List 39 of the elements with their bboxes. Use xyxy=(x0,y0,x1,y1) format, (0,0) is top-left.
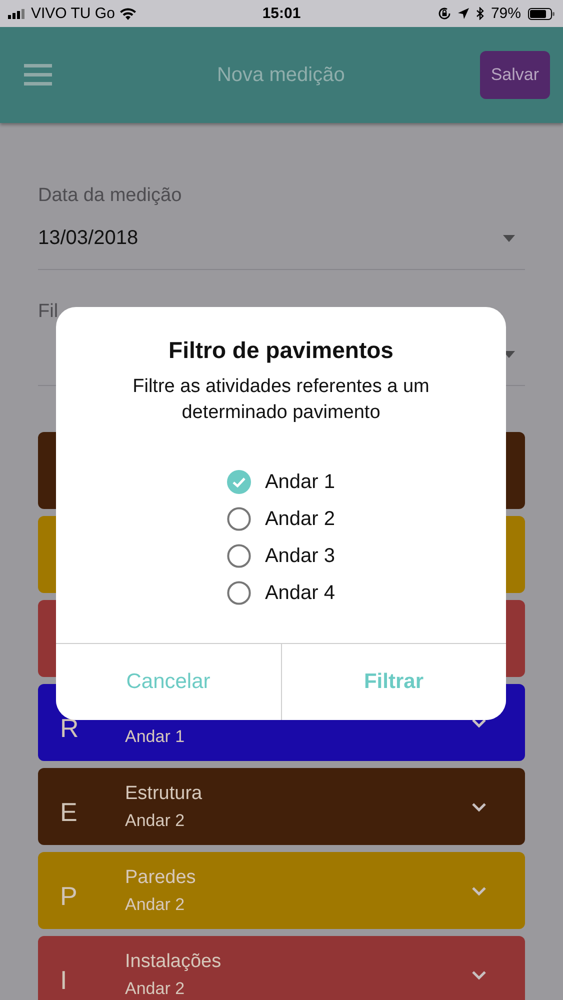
field-label: Data da medição xyxy=(38,185,183,207)
location-icon xyxy=(458,8,469,19)
card-subtitle: Andar 1 xyxy=(125,726,186,746)
chevron-down-icon xyxy=(471,970,487,980)
radio-option[interactable]: Andar 2 xyxy=(226,507,336,531)
card-title: Estrutura xyxy=(125,782,204,804)
card-subtitle: Andar 2 xyxy=(125,978,186,998)
activity-card[interactable]: I Instalações Andar 2 xyxy=(38,936,525,1000)
radio-option[interactable]: Andar 3 xyxy=(226,544,336,568)
bluetooth-icon xyxy=(476,7,484,20)
radio-option[interactable]: Andar 1 xyxy=(226,470,336,494)
battery-icon xyxy=(528,8,555,20)
clock: 15:01 xyxy=(262,5,301,22)
save-button[interactable]: Salvar xyxy=(480,51,550,99)
card-subtitle: Andar 2 xyxy=(125,894,186,914)
activity-card[interactable]: E Estrutura Andar 2 xyxy=(38,768,525,845)
chevron-down-icon xyxy=(471,886,487,896)
chevron-down-icon xyxy=(471,802,487,812)
dropdown-field[interactable]: 13/03/2018 xyxy=(38,207,525,270)
caret-icon xyxy=(503,234,515,242)
field-value: 13/03/2018 xyxy=(38,226,138,250)
wifi-icon xyxy=(120,8,136,20)
signal-icon xyxy=(8,8,26,18)
rotation-lock-icon xyxy=(438,7,451,20)
battery-percentage: 79% xyxy=(490,5,521,22)
card-letter: I xyxy=(60,964,68,996)
card-subtitle: Andar 2 xyxy=(125,810,186,830)
menu-icon[interactable] xyxy=(24,64,52,86)
carrier-name: VIVO TU Go xyxy=(31,5,115,22)
radio-option[interactable]: Andar 4 xyxy=(226,581,336,605)
card-title: Paredes xyxy=(125,866,197,888)
dialog-message: Filtre as atividades referentes a um determinado pavimento xyxy=(132,375,430,425)
card-title: Instalações xyxy=(125,950,222,972)
screen-title: Nova medição xyxy=(216,64,346,86)
field-label: Fil xyxy=(38,301,60,323)
chevron-down-icon xyxy=(471,718,487,728)
dialog-title: Filtro de pavimentos xyxy=(168,337,394,364)
card-letter: P xyxy=(60,880,78,912)
card-letter: E xyxy=(60,796,78,828)
